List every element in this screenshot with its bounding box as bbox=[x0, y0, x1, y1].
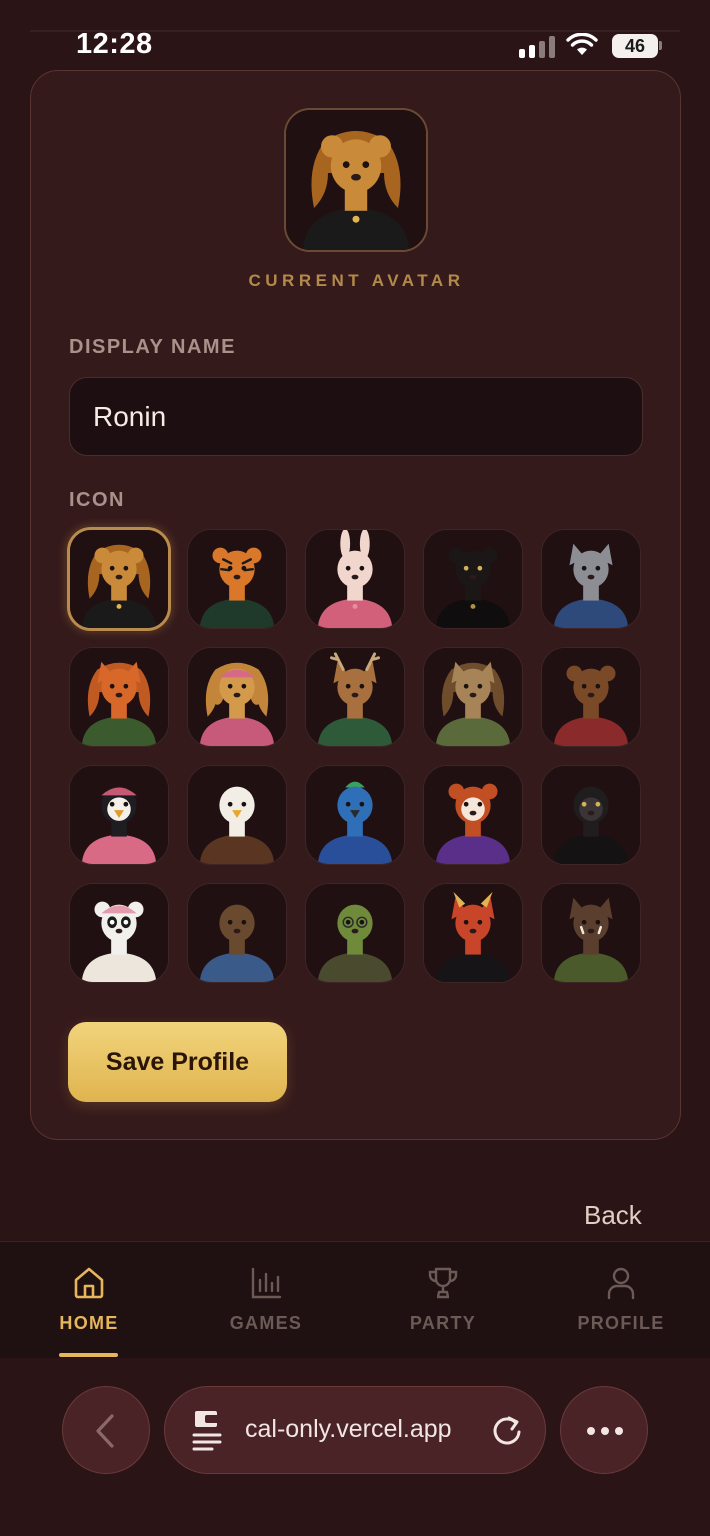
avatar-option-otter[interactable] bbox=[187, 883, 287, 983]
reload-icon[interactable] bbox=[491, 1415, 523, 1447]
home-icon bbox=[74, 1267, 104, 1299]
nav-label-home: HOME bbox=[59, 1313, 119, 1333]
more-icon bbox=[587, 1427, 623, 1435]
avatar-option-boar[interactable] bbox=[541, 883, 641, 983]
page-icon bbox=[192, 1411, 222, 1451]
nav-active-indicator bbox=[59, 1353, 118, 1357]
wifi-icon bbox=[566, 33, 598, 55]
app-page: 12:28 46 CURRENT AVATAR DISPLAY NAME ICO… bbox=[0, 0, 710, 1536]
status-bar: 12:28 46 bbox=[0, 0, 710, 66]
avatar-option-golden-retriever[interactable] bbox=[187, 647, 287, 747]
nav-label-party: PARTY bbox=[409, 1313, 477, 1333]
avatar-option-bear[interactable] bbox=[541, 647, 641, 747]
avatar-option-red-panda[interactable] bbox=[423, 765, 523, 865]
icon-label: ICON bbox=[69, 489, 125, 511]
status-time: 12:28 bbox=[76, 28, 153, 60]
avatar-option-tiger[interactable] bbox=[187, 529, 287, 629]
nav-label-games: GAMES bbox=[229, 1313, 303, 1333]
avatar-option-tabby-cat[interactable] bbox=[423, 647, 523, 747]
trophy-icon bbox=[428, 1267, 458, 1299]
save-profile-button[interactable]: Save Profile bbox=[68, 1022, 287, 1102]
current-avatar-image bbox=[284, 108, 428, 252]
avatar-option-black-panther[interactable] bbox=[423, 529, 523, 629]
avatar-option-lioness[interactable] bbox=[67, 527, 171, 631]
browser-more-button[interactable] bbox=[560, 1386, 648, 1474]
bar-chart-icon bbox=[251, 1267, 282, 1299]
display-name-label: DISPLAY NAME bbox=[69, 336, 236, 358]
icon-grid bbox=[67, 527, 643, 985]
avatar-option-turtle[interactable] bbox=[305, 883, 405, 983]
nav-label-profile: PROFILE bbox=[577, 1313, 665, 1333]
avatar-option-eagle[interactable] bbox=[187, 765, 287, 865]
avatar-option-bunny[interactable] bbox=[305, 529, 405, 629]
address-bar[interactable]: cal-only.vercel.app bbox=[164, 1386, 546, 1474]
person-icon bbox=[607, 1267, 635, 1300]
profile-card: CURRENT AVATAR DISPLAY NAME ICON Save Pr… bbox=[30, 70, 681, 1140]
avatar-option-dragon[interactable] bbox=[423, 883, 523, 983]
avatar-option-gorilla[interactable] bbox=[541, 765, 641, 865]
current-avatar-label: CURRENT AVATAR bbox=[248, 271, 465, 290]
cellular-signal-icon bbox=[519, 36, 555, 58]
top-divider bbox=[30, 30, 680, 32]
chevron-left-icon bbox=[96, 1414, 114, 1448]
bottom-nav: HOME GAMES PARTY PROFILE bbox=[0, 1241, 710, 1358]
back-link[interactable]: Back bbox=[584, 1200, 642, 1231]
nav-item-profile[interactable]: PROFILE bbox=[561, 1242, 681, 1359]
avatar-option-wolf[interactable] bbox=[541, 529, 641, 629]
browser-toolbar: cal-only.vercel.app bbox=[0, 1358, 710, 1536]
battery-tip bbox=[659, 41, 662, 50]
avatar-option-deer[interactable] bbox=[305, 647, 405, 747]
avatar-option-fox[interactable] bbox=[69, 647, 169, 747]
battery-indicator: 46 bbox=[612, 34, 658, 58]
avatar-option-panda[interactable] bbox=[69, 883, 169, 983]
avatar-option-parrot[interactable] bbox=[305, 765, 405, 865]
display-name-input[interactable] bbox=[69, 377, 643, 456]
nav-item-home[interactable]: HOME bbox=[29, 1242, 149, 1359]
browser-back-button[interactable] bbox=[62, 1386, 150, 1474]
nav-item-party[interactable]: PARTY bbox=[383, 1242, 503, 1359]
url-text: cal-only.vercel.app bbox=[245, 1415, 452, 1443]
avatar-option-penguin[interactable] bbox=[69, 765, 169, 865]
nav-item-games[interactable]: GAMES bbox=[206, 1242, 326, 1359]
